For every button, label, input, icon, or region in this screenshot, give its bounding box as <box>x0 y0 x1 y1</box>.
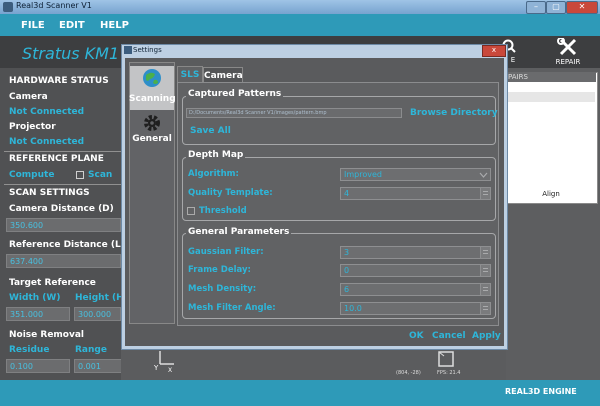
repair-label: REPAIR <box>555 58 581 66</box>
reference-distance-label: Reference Distance (L) <box>9 240 125 250</box>
gaussian-filter-stepper[interactable] <box>480 247 490 258</box>
target-reference-heading: Target Reference <box>9 278 96 288</box>
axis-gizmo-icon: Y X <box>153 351 174 372</box>
width-input[interactable]: 351.000 <box>6 307 70 321</box>
mesh-filter-angle-label: Mesh Filter Angle: <box>188 303 276 313</box>
main-titlebar: Real3d Scanner V1 – ▢ ✕ <box>0 0 600 14</box>
pattern-path-input[interactable]: D:/Documents/Real3d Scanner V1/images/pa… <box>186 108 402 118</box>
cancel-button[interactable]: Cancel <box>432 331 466 341</box>
menu-edit[interactable]: EDIT <box>59 20 85 31</box>
gaussian-filter-label: Gaussian Filter: <box>188 247 264 257</box>
tab-camera[interactable]: Camera <box>203 67 243 83</box>
tab-sls[interactable]: SLS <box>177 66 203 82</box>
engine-tool-label: E <box>510 56 516 64</box>
captured-patterns-title: Captured Patterns <box>186 89 284 99</box>
pairs-header: PAIRS <box>506 72 596 82</box>
pairs-header-label: PAIRS <box>508 73 528 81</box>
frame-delay-label: Frame Delay: <box>188 265 251 275</box>
menu-file[interactable]: FILE <box>21 20 45 31</box>
gaussian-filter-input[interactable]: 3 <box>340 246 491 259</box>
quality-template-stepper[interactable] <box>480 188 490 199</box>
divider <box>4 184 121 185</box>
ok-button[interactable]: OK <box>409 331 424 341</box>
wrench-screwdriver-icon <box>557 37 577 56</box>
pairs-row[interactable] <box>507 92 595 102</box>
chevron-down-icon[interactable] <box>477 169 490 180</box>
projector-status: Not Connected <box>9 137 85 147</box>
camera-distance-label: Camera Distance (D) <box>9 204 114 214</box>
window-title: Real3d Scanner V1 <box>16 1 92 10</box>
quality-template-label: Quality Template: <box>188 188 273 198</box>
frame-delay-stepper[interactable] <box>480 265 490 276</box>
captured-patterns-group <box>182 96 496 145</box>
compute-button[interactable]: Compute <box>9 170 54 180</box>
divider <box>4 151 121 152</box>
maximize-button[interactable]: ▢ <box>546 1 566 14</box>
projector-label: Projector <box>9 122 56 132</box>
menu-bar: FILE EDIT HELP <box>0 14 600 36</box>
mesh-density-label: Mesh Density: <box>188 284 257 294</box>
align-button[interactable]: Align <box>506 190 596 198</box>
quality-template-input[interactable]: 4 <box>340 187 491 200</box>
settings-title: Settings <box>133 46 162 54</box>
height-label: Height (H) <box>75 293 128 303</box>
save-all-button[interactable]: Save All <box>190 126 231 136</box>
threshold-label: Threshold <box>199 206 247 216</box>
residue-label: Residue <box>9 345 50 355</box>
scan-settings-heading: SCAN SETTINGS <box>9 188 90 198</box>
noise-removal-heading: Noise Removal <box>9 330 85 340</box>
mesh-filter-angle-input[interactable]: 10.0 <box>340 302 491 315</box>
reference-distance-input[interactable]: 637.400 <box>6 254 121 268</box>
nav-general-label[interactable]: General <box>129 134 175 144</box>
frame-delay-input[interactable]: 0 <box>340 264 491 277</box>
algorithm-label: Algorithm: <box>188 169 239 179</box>
mesh-density-stepper[interactable] <box>480 284 490 295</box>
camera-label: Camera <box>9 92 48 102</box>
menu-help[interactable]: HELP <box>100 20 129 31</box>
mesh-filter-angle-stepper[interactable] <box>480 303 490 314</box>
hardware-status-heading: HARDWARE STATUS <box>9 76 109 86</box>
globe-icon <box>143 69 161 87</box>
camera-distance-input[interactable]: 350.600 <box>6 218 121 232</box>
close-window-button[interactable]: ✕ <box>566 1 598 14</box>
gear-icon[interactable] <box>142 113 162 133</box>
threshold-checkbox[interactable] <box>187 207 195 215</box>
reference-plane-heading: REFERENCE PLANE <box>9 154 104 164</box>
cube-icon <box>438 351 454 367</box>
camera-status: Not Connected <box>9 107 85 117</box>
brand-title: Stratus KM1 <box>22 44 120 63</box>
general-parameters-title: General Parameters <box>186 227 292 237</box>
mesh-density-input[interactable]: 6 <box>340 283 491 296</box>
apply-button[interactable]: Apply <box>472 331 501 341</box>
height-input[interactable]: 300.000 <box>74 307 121 321</box>
settings-close-button[interactable]: x <box>482 45 506 57</box>
scan-checkbox[interactable] <box>76 171 84 179</box>
app-icon <box>3 2 13 12</box>
algorithm-select[interactable]: Improved <box>340 168 491 181</box>
repair-button[interactable]: REPAIR <box>548 37 588 66</box>
cursor-coords: (804, -28) <box>396 370 421 376</box>
svg-text:Y: Y <box>153 364 159 372</box>
settings-window-icon <box>124 46 132 54</box>
engine-label: REAL3D ENGINE <box>505 387 577 396</box>
svg-text:X: X <box>168 367 172 372</box>
depth-map-title: Depth Map <box>186 150 246 160</box>
residue-input[interactable]: 0.100 <box>6 359 70 373</box>
minimize-button[interactable]: – <box>526 1 546 14</box>
fps-readout: FPS: 21.4 <box>437 370 461 376</box>
browse-directory-button[interactable]: Browse Directory <box>410 108 498 118</box>
range-label: Range <box>75 345 107 355</box>
nav-scanning-label: Scanning <box>129 94 176 104</box>
width-label: Width (W) <box>9 293 61 303</box>
scan-label: Scan <box>88 170 113 180</box>
